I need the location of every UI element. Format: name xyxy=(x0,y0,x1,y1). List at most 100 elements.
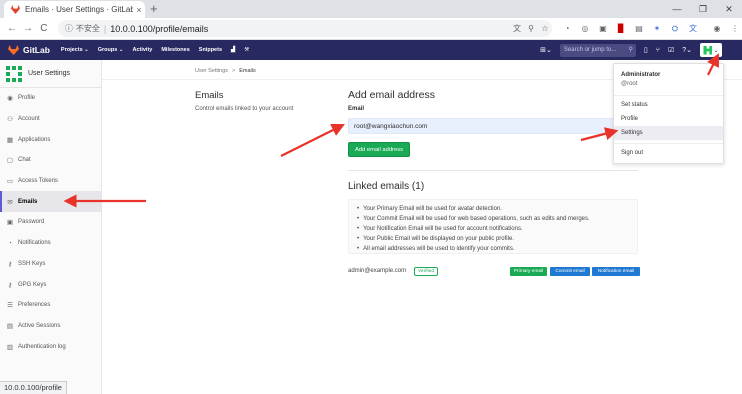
translate-icon[interactable]: 文 xyxy=(510,23,524,34)
dropdown-set-status[interactable]: Set status xyxy=(614,98,723,112)
nav-snippets[interactable]: Snippets xyxy=(199,47,222,53)
lock-icon: ▣ xyxy=(6,219,14,227)
help-icon[interactable]: ?⌄ xyxy=(682,46,692,54)
sidebar-item-ssh-keys[interactable]: ⚷ SSH Keys xyxy=(0,254,101,275)
dropdown-settings[interactable]: Settings xyxy=(614,126,723,140)
merge-request-icon[interactable]: ⑂ xyxy=(656,47,660,54)
breadcrumb-parent[interactable]: User Settings xyxy=(195,68,228,74)
sidebar-header[interactable]: User Settings xyxy=(0,60,101,88)
zoom-icon[interactable]: ⚲ xyxy=(524,24,538,33)
account-avatar-icon[interactable]: ◉ xyxy=(710,23,724,35)
nav-milestones[interactable]: Milestones xyxy=(161,47,189,53)
extension-icon[interactable]: ▣ xyxy=(596,23,610,35)
sidebar-item-active-sessions[interactable]: ▤ Active Sessions xyxy=(0,316,101,337)
info-icon[interactable]: ⓘ xyxy=(65,23,73,34)
sidebar-item-preferences[interactable]: ☰ Preferences xyxy=(0,295,101,316)
extension-icon[interactable]: ◔ xyxy=(560,23,574,35)
dropdown-user-handle: @root xyxy=(621,81,638,87)
sidebar-item-profile[interactable]: ◉ Profile xyxy=(0,88,101,109)
gitlab-menu: Projects ⌄ Groups ⌄ Activity Milestones … xyxy=(61,47,249,53)
linked-email-address: admin@example.com xyxy=(348,268,407,274)
mail-icon: ✉ xyxy=(7,198,13,206)
monitor-icon: ▤ xyxy=(6,322,14,330)
commit-email-badge: Commit email xyxy=(550,267,590,276)
tanuki-icon xyxy=(8,45,19,55)
tab-title: Emails · User Settings · GitLab xyxy=(25,5,133,14)
search-input[interactable]: Search or jump to... ⚲ xyxy=(559,43,636,57)
tab-close-icon[interactable]: × xyxy=(133,5,145,15)
issues-icon[interactable]: ▯ xyxy=(644,46,648,54)
sidebar-item-label: Authentication log xyxy=(18,343,66,350)
extension-icon[interactable]: ⛭ xyxy=(668,23,682,35)
sidebar-item-label: SSH Keys xyxy=(18,260,46,267)
browser-tab[interactable]: Emails · User Settings · GitLab × xyxy=(4,1,145,18)
sidebar-item-label: Active Sessions xyxy=(18,322,61,329)
extension-icon[interactable]: ✶ xyxy=(650,23,664,35)
nav-groups[interactable]: Groups ⌄ xyxy=(98,47,124,53)
sidebar-item-label: Password xyxy=(18,219,45,226)
chart-icon[interactable]: ▟ xyxy=(231,47,235,53)
gitlab-favicon-icon xyxy=(11,5,20,14)
email-field[interactable] xyxy=(348,118,638,134)
close-window-button[interactable]: ✕ xyxy=(716,0,742,18)
info-note: Your Primary Email will be used for avat… xyxy=(357,204,637,214)
dropdown-user-name: Administrator xyxy=(621,72,661,78)
sidebar-item-emails[interactable]: ✉ Emails xyxy=(0,191,101,213)
sidebar-item-notifications[interactable]: ◔ Notifications xyxy=(0,233,101,254)
url-text[interactable]: 10.0.0.100/profile/emails xyxy=(110,24,510,34)
gitlab-logo[interactable]: GitLab xyxy=(8,45,50,55)
sidebar-item-label: Emails xyxy=(18,198,38,205)
reload-button[interactable]: C xyxy=(36,23,52,34)
add-email-button[interactable]: Add email address xyxy=(348,142,410,157)
maximize-button[interactable]: ❐ xyxy=(690,0,716,18)
user-avatar-dropdown[interactable]: ⌄ xyxy=(700,43,722,57)
gitlab-navbar: GitLab Projects ⌄ Groups ⌄ Activity Mile… xyxy=(0,40,742,60)
nav-projects[interactable]: Projects ⌄ xyxy=(61,47,89,53)
search-icon: ⚲ xyxy=(628,46,633,53)
browser-tabbar: Emails · User Settings · GitLab × + — ❐ … xyxy=(0,0,742,18)
bookmark-star-icon[interactable]: ☆ xyxy=(538,24,552,33)
pdf-extension-icon[interactable]: ▉ xyxy=(614,23,628,35)
dropdown-sign-out[interactable]: Sign out xyxy=(614,146,723,160)
browser-menu-icon[interactable]: ⋮ xyxy=(728,23,742,35)
back-button[interactable]: ← xyxy=(4,23,20,34)
wrench-icon[interactable]: ⚒ xyxy=(244,47,249,53)
breadcrumb-current: Emails xyxy=(239,68,256,74)
search-placeholder: Search or jump to... xyxy=(563,46,617,53)
sidebar-title: User Settings xyxy=(28,70,71,77)
sidebar-item-chat[interactable]: ▢ Chat xyxy=(0,150,101,171)
sidebar-item-gpg-keys[interactable]: ⚷ GPG Keys xyxy=(0,274,101,295)
sidebar-item-password[interactable]: ▣ Password xyxy=(0,212,101,233)
new-item-plus-icon[interactable]: ⊞⌄ xyxy=(540,46,552,54)
page-title: Emails xyxy=(195,90,224,101)
nav-activity[interactable]: Activity xyxy=(132,47,152,53)
address-bar[interactable]: ⓘ 不安全 | 10.0.0.100/profile/emails 文 ⚲ ☆ xyxy=(57,20,552,37)
bell-icon: ◔ xyxy=(8,239,12,247)
sidebar-item-label: Account xyxy=(18,116,40,123)
sidebar-item-applications[interactable]: ▦ Applications xyxy=(0,129,101,150)
window-controls: — ❐ ✕ xyxy=(664,0,742,18)
sidebar-item-label: GPG Keys xyxy=(18,281,47,288)
todo-icon[interactable]: ☑ xyxy=(668,46,674,54)
sidebar-item-label: Applications xyxy=(18,136,51,143)
avatar-icon xyxy=(703,45,713,55)
new-tab-button[interactable]: + xyxy=(150,1,158,17)
translate-extension-icon[interactable]: 文 xyxy=(686,23,700,35)
dropdown-profile[interactable]: Profile xyxy=(614,112,723,126)
linked-emails-heading: Linked emails (1) xyxy=(348,181,425,192)
primary-email-badge: Primary email xyxy=(510,267,547,276)
extensions-bar: ◔ ◎ ▣ ▉ ▤ ✶ ⛭ 文 ◉ ⋮ xyxy=(560,23,742,35)
sidebar-item-authentication-log[interactable]: ▥ Authentication log xyxy=(0,336,101,357)
sidebar-item-label: Notifications xyxy=(18,240,51,247)
email-field-label: Email xyxy=(348,106,365,112)
address-separator: | xyxy=(103,23,107,34)
sidebar-item-access-tokens[interactable]: ▭ Access Tokens xyxy=(0,171,101,192)
sidebar-item-account[interactable]: ⚇ Account xyxy=(0,109,101,130)
dropdown-divider xyxy=(614,95,723,96)
sidebar-item-label: Chat xyxy=(18,157,31,164)
extension-icon[interactable]: ▤ xyxy=(632,23,646,35)
minimize-button[interactable]: — xyxy=(664,0,690,18)
forward-button[interactable]: → xyxy=(20,23,36,34)
brand-name: GitLab xyxy=(23,45,50,55)
extension-icon[interactable]: ◎ xyxy=(578,23,592,35)
